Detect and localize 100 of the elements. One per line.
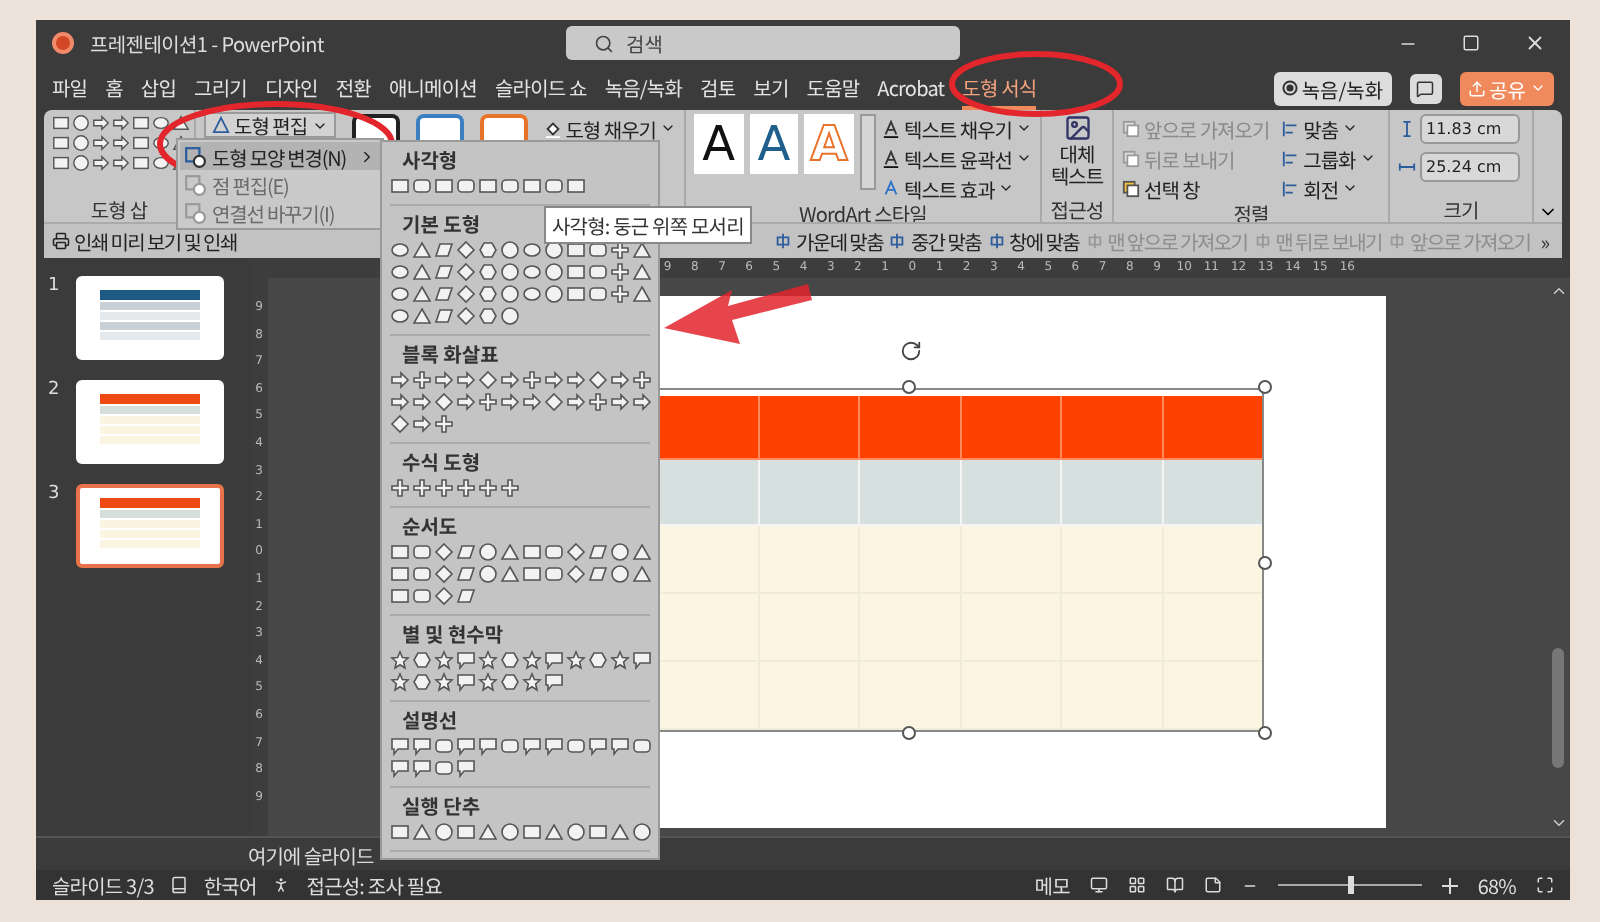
- star-icon[interactable]: [434, 650, 454, 670]
- menu-tab[interactable]: 전환: [335, 67, 371, 109]
- more-commands[interactable]: »: [1536, 226, 1554, 256]
- scroll-thumb[interactable]: [1552, 647, 1564, 767]
- shape-style-swatch[interactable]: [479, 114, 528, 140]
- star-icon[interactable]: [478, 672, 498, 692]
- menu-tab[interactable]: 보기: [753, 67, 789, 109]
- plus-icon[interactable]: [412, 370, 432, 390]
- star-icon[interactable]: [390, 650, 410, 670]
- quick-access-button[interactable]: 중간 맞춤: [888, 226, 982, 256]
- reading-view-icon[interactable]: [1165, 876, 1184, 894]
- circle-icon[interactable]: [544, 262, 564, 282]
- arrange-button[interactable]: 선택 창: [1122, 174, 1270, 202]
- menu-tab[interactable]: 슬라이드 쇼: [494, 67, 587, 109]
- menu-tab[interactable]: Acrobat: [877, 67, 945, 109]
- rectangle-icon[interactable]: [390, 176, 410, 196]
- triangle-icon[interactable]: [172, 114, 190, 132]
- circle-icon[interactable]: [500, 240, 520, 260]
- star-icon[interactable]: [522, 672, 542, 692]
- grid-view-icon[interactable]: [1127, 876, 1146, 894]
- notes-placeholder[interactable]: 여기에 슬라이드: [248, 839, 374, 869]
- rounded-rectangle-icon[interactable]: [456, 176, 476, 196]
- plus-icon[interactable]: [610, 284, 630, 304]
- rectangle-icon[interactable]: [456, 822, 476, 842]
- rounded-rectangle-icon[interactable]: [566, 736, 586, 756]
- plus-icon[interactable]: [610, 262, 630, 282]
- menu-item[interactable]: 도형 모양 변경(N): [180, 142, 380, 170]
- rectangle-icon[interactable]: [566, 176, 586, 196]
- circle-icon[interactable]: [500, 822, 520, 842]
- maximize-icon[interactable]: [1462, 34, 1480, 52]
- plus-icon[interactable]: [456, 478, 476, 498]
- wordart-sample[interactable]: A: [749, 114, 799, 174]
- shape-style-swatch[interactable]: [415, 114, 464, 140]
- menu-tab[interactable]: 애니메이션: [388, 67, 477, 109]
- circle-icon[interactable]: [500, 284, 520, 304]
- callout-icon[interactable]: [632, 650, 652, 670]
- zoom-in-icon[interactable]: [1441, 877, 1458, 893]
- circle-icon[interactable]: [72, 134, 90, 152]
- triangle-icon[interactable]: [610, 822, 630, 842]
- circle-icon[interactable]: [434, 822, 454, 842]
- plus-icon[interactable]: [632, 370, 652, 390]
- star-icon[interactable]: [478, 650, 498, 670]
- triangle-icon[interactable]: [412, 822, 432, 842]
- triangle-icon[interactable]: [478, 822, 498, 842]
- plus-icon[interactable]: [434, 414, 454, 434]
- plus-icon[interactable]: [588, 392, 608, 412]
- accessibility-status[interactable]: 접근성: 조사 필요: [306, 870, 442, 900]
- circle-icon[interactable]: [72, 114, 90, 132]
- menu-tab[interactable]: 녹음/녹화: [604, 67, 683, 109]
- zoom-level[interactable]: 68%: [1477, 870, 1516, 900]
- language-label[interactable]: 한국어: [203, 870, 257, 900]
- scroll-down-icon[interactable]: [1549, 814, 1567, 832]
- size-field[interactable]: 11.83 cm: [1420, 114, 1520, 144]
- resize-handle[interactable]: [902, 380, 916, 394]
- menu-tab[interactable]: 그리기: [194, 67, 247, 109]
- quick-access-button[interactable]: 가운데 맞춤: [774, 226, 883, 256]
- rotate-handle[interactable]: [900, 340, 922, 362]
- star-icon[interactable]: [610, 650, 630, 670]
- rectangle-icon[interactable]: [434, 176, 454, 196]
- plus-icon[interactable]: [412, 478, 432, 498]
- arrange-button[interactable]: 그룹화: [1281, 144, 1376, 172]
- rounded-rectangle-icon[interactable]: [544, 176, 564, 196]
- circle-icon[interactable]: [478, 564, 498, 584]
- notes-button[interactable]: 메모: [1034, 870, 1070, 900]
- normal-view-icon[interactable]: [1089, 876, 1108, 894]
- circle-icon[interactable]: [72, 154, 90, 172]
- circle-icon[interactable]: [478, 542, 498, 562]
- resize-handle[interactable]: [1258, 726, 1272, 740]
- fit-to-window-icon[interactable]: [1536, 876, 1554, 894]
- wordart-sample[interactable]: A: [694, 114, 744, 174]
- menu-tab[interactable]: 삽입: [140, 67, 177, 109]
- menu-tab[interactable]: 검토: [700, 67, 736, 109]
- diamond-icon[interactable]: [544, 392, 564, 412]
- resize-handle[interactable]: [1258, 380, 1272, 394]
- search-field[interactable]: 검색: [566, 26, 960, 60]
- rounded-rectangle-icon[interactable]: [500, 176, 520, 196]
- slide-thumbnail[interactable]: [76, 484, 224, 568]
- quick-access-button[interactable]: 인쇄 미리 보기 및 인쇄: [52, 226, 237, 256]
- arrange-button[interactable]: 회전: [1281, 174, 1376, 202]
- diamond-icon[interactable]: [434, 392, 454, 412]
- resize-handle[interactable]: [902, 726, 916, 740]
- plus-icon[interactable]: [434, 478, 454, 498]
- circle-icon[interactable]: [632, 822, 652, 842]
- plus-icon[interactable]: [522, 370, 542, 390]
- star-icon[interactable]: [566, 650, 586, 670]
- rectangle-icon[interactable]: [522, 176, 542, 196]
- circle-icon[interactable]: [500, 262, 520, 282]
- menu-tab[interactable]: 디자인: [264, 67, 318, 109]
- shape-fill-button[interactable]: 도형 채우기: [543, 114, 676, 142]
- diamond-icon[interactable]: [478, 370, 498, 390]
- menu-tab[interactable]: 도움말: [806, 67, 860, 109]
- plus-icon[interactable]: [478, 392, 498, 412]
- hexagon-icon[interactable]: [588, 650, 608, 670]
- record-button[interactable]: 녹음/녹화: [1273, 71, 1392, 105]
- text-command[interactable]: 텍스트 채우기: [882, 114, 1032, 142]
- diamond-icon[interactable]: [588, 370, 608, 390]
- arrange-button[interactable]: 맞춤: [1281, 114, 1376, 142]
- plus-icon[interactable]: [500, 478, 520, 498]
- alt-text-button[interactable]: 대체 텍스트: [1050, 114, 1104, 198]
- comment-button[interactable]: [1409, 73, 1442, 103]
